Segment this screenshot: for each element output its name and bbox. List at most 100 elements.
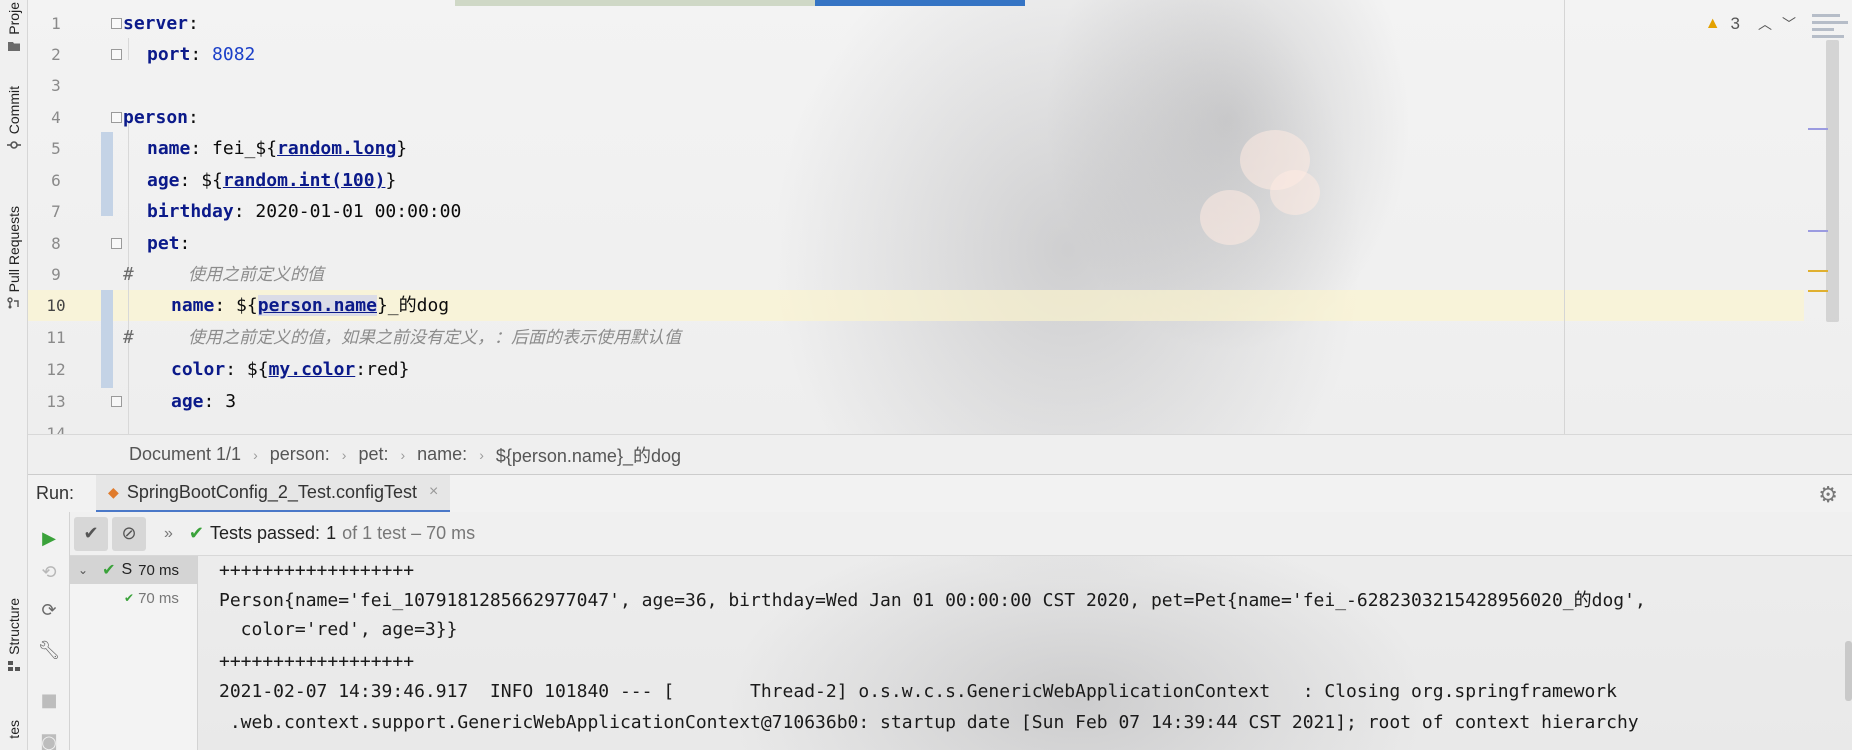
pull-requests-tool-tab[interactable]: Pull Requests — [2, 206, 26, 309]
line-number: 14 — [46, 424, 66, 434]
yaml-key: birthday — [147, 201, 234, 222]
run-tool-window-header: Run: ◆ SpringBootConfig_2_Test.configTes… — [28, 474, 1852, 513]
structure-tool-tab[interactable]: Structure — [2, 598, 26, 672]
yaml-value: 3 — [225, 391, 237, 412]
previous-highlight-icon[interactable]: ︿ — [1758, 14, 1772, 34]
line-number: 4 — [51, 108, 61, 127]
yaml-key: color — [171, 359, 226, 380]
line-number: 1 — [51, 14, 61, 33]
line-number: 2 — [51, 45, 61, 64]
next-highlight-icon[interactable]: ﹀ — [1782, 14, 1796, 34]
test-status: ✔ Tests passed: 1 of 1 test – 70 ms — [189, 523, 475, 544]
editor-tab-strip — [455, 0, 815, 6]
test-tree-item[interactable]: ✔ 70 ms — [70, 584, 197, 612]
test-suite-label: S — [121, 561, 133, 578]
pull-request-icon — [7, 297, 19, 309]
console-scrollbar[interactable] — [1845, 641, 1852, 701]
structure-icon — [8, 660, 20, 671]
yaml-value: ${ — [246, 359, 269, 380]
error-stripe-mark[interactable] — [1808, 290, 1828, 292]
yaml-value: ${ — [201, 170, 223, 191]
yaml-comment: 使用之前定义的值，如果之前没有定义，：后面的表示使用默认值 — [188, 328, 682, 348]
yaml-editor[interactable]: 1 server: 2 port: 8082 3 4 person: 5 nam… — [28, 0, 1852, 434]
breadcrumb-item[interactable]: Document 1/1 — [129, 444, 241, 465]
breadcrumb-item[interactable]: person: — [270, 444, 330, 465]
line-number: 10 — [46, 296, 66, 315]
line-number: 5 — [51, 139, 61, 158]
console-line: Person{name='fei_1079181285662977047', a… — [219, 590, 1646, 611]
placeholder-reference[interactable]: person.name — [257, 295, 377, 316]
code-line: 2 port: 8082 — [28, 39, 1852, 70]
test-results-toolbar: ✔ ⊘ » ✔ Tests passed: 1 of 1 test – 70 m… — [70, 512, 1852, 556]
line-number: 6 — [51, 171, 61, 190]
comment-marker: # — [123, 327, 134, 348]
project-tool-tab[interactable]: Proje — [2, 2, 26, 52]
line-number: 3 — [51, 76, 61, 95]
code-line: 5 name: fei_${random.long} — [28, 133, 1852, 164]
active-editor-tab-indicator[interactable] — [815, 0, 1025, 6]
console-line: .web.context.support.GenericWebApplicati… — [219, 712, 1639, 733]
close-icon[interactable]: × — [429, 483, 438, 501]
warning-count: 3 — [1730, 14, 1740, 33]
fold-marker-icon[interactable] — [111, 396, 122, 407]
breadcrumb-item[interactable]: pet: — [358, 444, 388, 465]
favorites-tool-tab[interactable]: tes — [2, 720, 26, 739]
breadcrumb-item[interactable]: ${person.name}_的dog — [496, 442, 681, 468]
run-tab-title: SpringBootConfig_2_Test.configTest — [126, 481, 417, 502]
yaml-key: server — [123, 13, 189, 34]
test-tree-root[interactable]: ⌄ ✔ S 70 ms — [70, 556, 197, 584]
placeholder-reference[interactable]: my.color — [269, 359, 356, 380]
line-number: 7 — [51, 202, 61, 221]
code-line: 6 age: ${random.int(100)} — [28, 165, 1852, 196]
gear-icon[interactable]: ⚙ — [1818, 482, 1838, 508]
breadcrumb-separator-icon: › — [400, 446, 406, 463]
console-output[interactable]: ++++++++++++++++++ Person{name='fei_1079… — [198, 556, 1852, 750]
placeholder-reference[interactable]: random.long — [277, 138, 396, 159]
error-stripe-mark[interactable] — [1808, 230, 1828, 232]
fold-marker-icon[interactable] — [111, 18, 122, 29]
show-passed-toggle[interactable]: ✔ — [74, 516, 108, 551]
tests-passed-summary: of 1 test – 70 ms — [342, 523, 476, 543]
line-number: 8 — [51, 234, 61, 253]
code-line: 9 # 使用之前定义的值 — [28, 259, 1852, 290]
favorites-tab-label: tes — [6, 720, 22, 739]
line-number: 11 — [46, 328, 66, 347]
more-actions-icon[interactable]: » — [164, 525, 173, 543]
breadcrumb-separator-icon: › — [479, 446, 484, 463]
pull-requests-tab-label: Pull Requests — [6, 206, 22, 293]
breadcrumb-separator-icon: › — [253, 446, 258, 463]
camera-icon[interactable]: ◙ — [37, 730, 61, 750]
editor-breadcrumb: Document 1/1 › person: › pet: › name: › … — [28, 434, 1852, 474]
yaml-key: name — [171, 295, 215, 316]
run-toolbar: ▶ ⟲ ⟳ 🔧︎ ■ ◙ — [28, 512, 70, 750]
code-line: 10 name: ${person.name}_的dog — [28, 290, 1852, 321]
toggle-auto-test-icon[interactable]: ⟳ — [37, 598, 61, 622]
test-duration: 70 ms — [138, 561, 179, 579]
line-number: 13 — [46, 392, 66, 411]
stop-button[interactable]: ■ — [37, 688, 61, 712]
yaml-key: age — [171, 391, 204, 412]
code-line: 12 color: ${my.color:red} — [28, 354, 1852, 385]
rerun-failed-tests-icon[interactable]: ⟲ — [37, 560, 61, 584]
breadcrumb-item[interactable]: name: — [417, 444, 467, 465]
error-stripe-mark[interactable] — [1808, 270, 1828, 272]
yaml-value: fei_${ — [212, 138, 278, 159]
rerun-button[interactable]: ▶ — [37, 526, 61, 550]
fold-marker-icon[interactable] — [111, 112, 122, 123]
wrench-icon[interactable]: 🔧︎ — [37, 638, 61, 662]
inspection-widget[interactable]: ▲ 3 ︿ ﹀ — [1705, 14, 1796, 34]
chevron-down-icon[interactable]: ⌄ — [78, 563, 88, 577]
project-tab-label: Proje — [6, 2, 22, 35]
fold-marker-icon[interactable] — [111, 238, 122, 249]
show-ignored-toggle[interactable]: ⊘ — [112, 516, 146, 551]
fold-marker-icon[interactable] — [111, 49, 122, 60]
placeholder-reference[interactable]: random.int(100) — [223, 170, 386, 191]
yaml-key: age — [147, 170, 180, 191]
run-configuration-tab[interactable]: ◆ SpringBootConfig_2_Test.configTest × — [96, 474, 451, 513]
commit-tool-tab[interactable]: Commit — [2, 86, 26, 151]
editor-vertical-scrollbar[interactable] — [1826, 40, 1839, 322]
error-stripe-mark[interactable] — [1808, 128, 1828, 130]
code-line: 13 age: 3 — [28, 386, 1852, 417]
yaml-value: :red} — [355, 359, 410, 380]
code-line: 4 person: — [28, 102, 1852, 133]
